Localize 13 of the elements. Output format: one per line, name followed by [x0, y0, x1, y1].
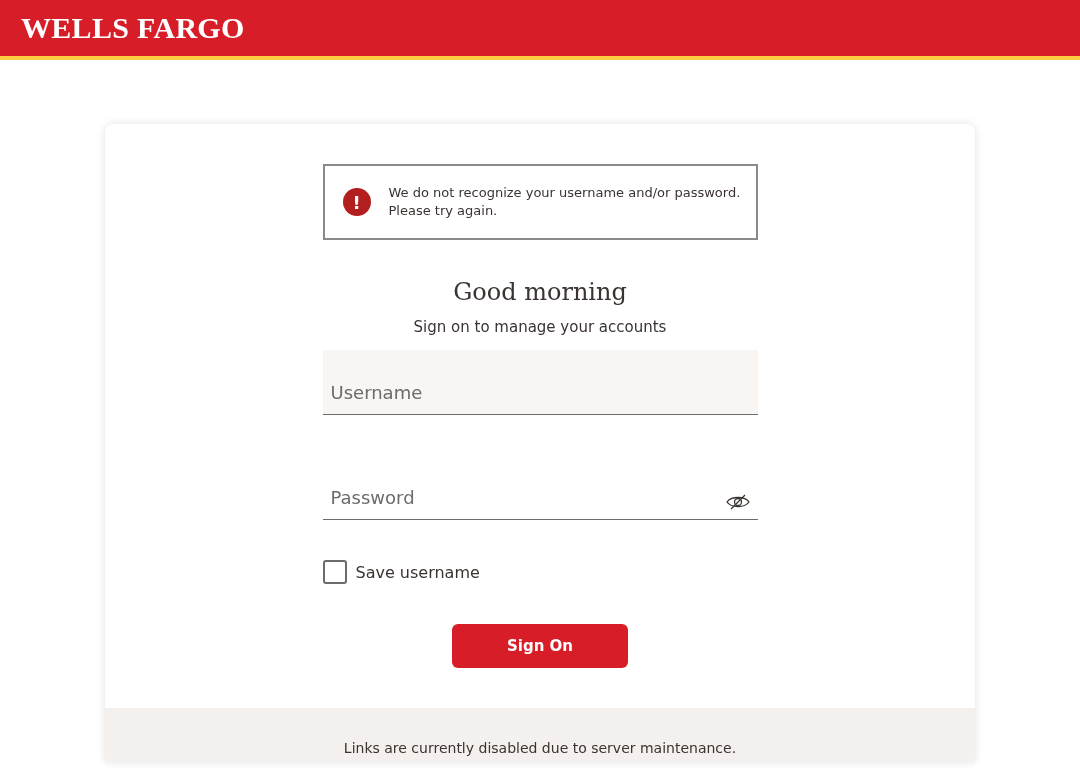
sign-on-button[interactable]: Sign On [452, 624, 628, 668]
maintenance-notice: Links are currently disabled due to server maintenance. [343, 740, 737, 756]
hidden-eye-icon[interactable] [725, 493, 750, 511]
password-field[interactable]: Password [322, 455, 758, 520]
greeting-heading: Good morning [452, 278, 628, 306]
error-icon: ! [342, 188, 371, 216]
logo[interactable]: WELLS FARGO [21, 11, 245, 45]
alert-hint: Please try again. [388, 202, 499, 220]
subtitle: Sign on to manage your accounts [412, 318, 668, 336]
save-username-checkbox[interactable] [322, 560, 347, 584]
username-field[interactable]: Username [322, 350, 758, 415]
checkbox-label: Save username [355, 562, 480, 582]
alert-message: We do not recognize your username and/or password. [388, 184, 741, 202]
